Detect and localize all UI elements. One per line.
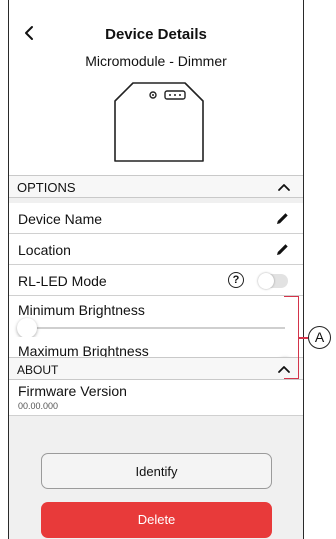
toggle-knob bbox=[258, 273, 274, 289]
about-section-title: ABOUT bbox=[17, 363, 59, 377]
options-section-title: OPTIONS bbox=[17, 180, 76, 195]
callout-bracket bbox=[284, 296, 299, 379]
page-title: Device Details bbox=[105, 26, 207, 43]
device-module-icon bbox=[114, 82, 204, 162]
rl-led-mode-row: RL-LED Mode ? bbox=[9, 265, 303, 296]
minimum-brightness-track[interactable] bbox=[27, 327, 285, 329]
device-type-label: Micromodule - Dimmer bbox=[85, 53, 227, 69]
phone-screen: Device Details Micromodule - Dimmer OPTI… bbox=[8, 0, 304, 539]
callout-connector bbox=[299, 337, 308, 339]
callout-marker: A bbox=[308, 326, 331, 349]
minimum-brightness-thumb[interactable] bbox=[17, 318, 37, 338]
rl-led-mode-toggle[interactable] bbox=[258, 273, 288, 289]
location-row[interactable]: Location bbox=[9, 234, 303, 265]
chevron-up-icon[interactable] bbox=[277, 181, 291, 193]
pencil-icon[interactable] bbox=[276, 212, 289, 225]
pencil-icon[interactable] bbox=[276, 243, 289, 256]
firmware-label: Firmware Version bbox=[18, 383, 127, 399]
help-icon[interactable]: ? bbox=[228, 272, 244, 288]
delete-button[interactable]: Delete bbox=[41, 502, 272, 538]
device-name-row[interactable]: Device Name bbox=[9, 203, 303, 234]
firmware-value: 00.00.000 bbox=[18, 401, 59, 411]
device-header: Device Details Micromodule - Dimmer bbox=[9, 0, 303, 175]
device-name-label: Device Name bbox=[18, 211, 103, 227]
rl-led-mode-label: RL-LED Mode bbox=[18, 273, 107, 289]
about-section-header[interactable]: ABOUT bbox=[9, 357, 303, 380]
location-label: Location bbox=[18, 242, 71, 258]
options-section-header[interactable]: OPTIONS bbox=[9, 175, 303, 198]
identify-button[interactable]: Identify bbox=[41, 453, 272, 489]
minimum-brightness-label: Minimum Brightness bbox=[18, 302, 145, 318]
firmware-row: Firmware Version 00.00.000 bbox=[9, 380, 303, 416]
